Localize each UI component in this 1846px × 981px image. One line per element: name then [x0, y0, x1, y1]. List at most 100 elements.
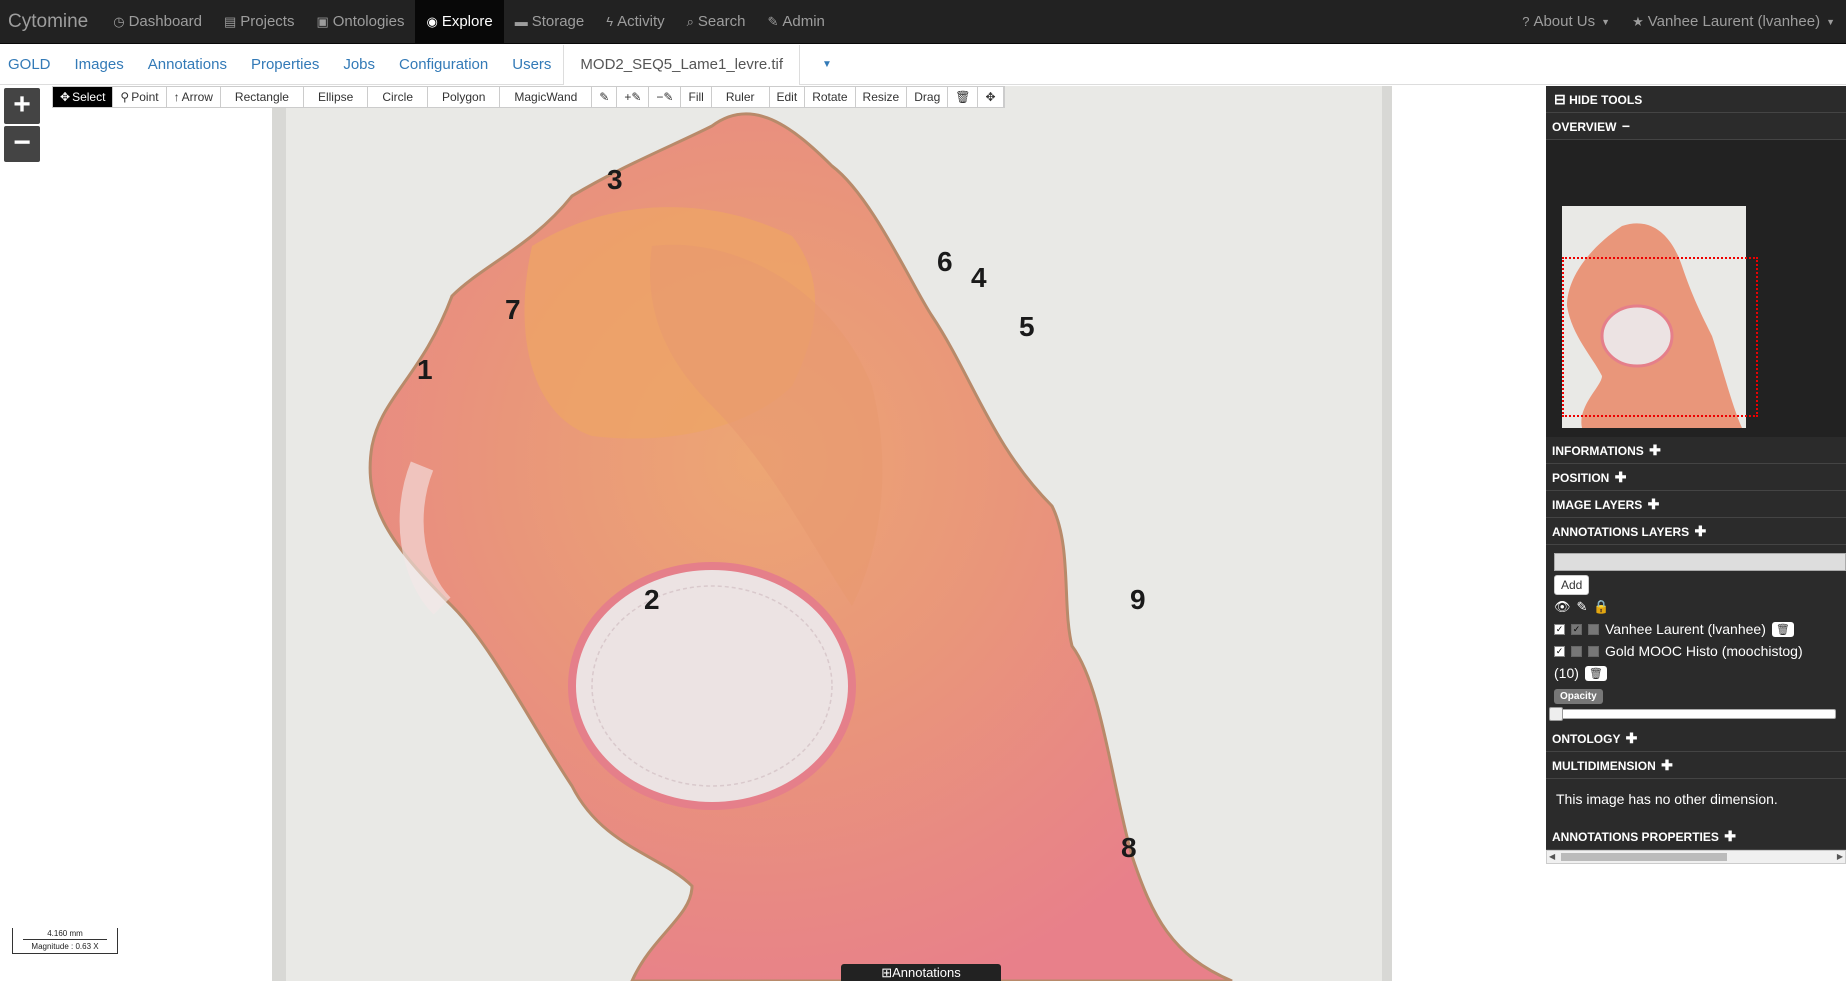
user-menu[interactable]: ★ Vanhee Laurent (lvanhee) ▼ [1621, 0, 1846, 44]
layer-edit-checkbox[interactable] [1571, 645, 1582, 657]
tab-current-image[interactable]: MOD2_SEQ5_Lame1_levre.tif [563, 44, 801, 85]
region-label-1[interactable]: 1 [417, 356, 433, 384]
region-label-6[interactable]: 6 [937, 248, 953, 276]
annotation-toolbar: ✥ Select ⚲ Point ↑ Arrow Rectangle Ellipse … [52, 86, 1005, 108]
layer-lock-checkbox[interactable] [1588, 623, 1599, 635]
move-icon: ✥ [60, 90, 71, 104]
image-layers-header[interactable]: IMAGE LAYERS ✚ [1546, 491, 1846, 518]
tool-fill[interactable]: Fill [681, 87, 712, 107]
region-label-3[interactable]: 3 [607, 166, 623, 194]
informations-label: INFORMATIONS [1552, 444, 1644, 458]
tool-fullscreen[interactable]: ✥ [978, 87, 1004, 107]
layer-delete-button[interactable]: 🗑 [1771, 621, 1794, 637]
tool-resize[interactable]: Resize [855, 87, 908, 107]
position-header[interactable]: POSITION ✚ [1546, 464, 1846, 491]
tab-users[interactable]: Users [500, 45, 563, 85]
tissue-section-image [368, 112, 1233, 981]
annotations-layers-header[interactable]: ANNOTATIONS LAYERS ✚ [1546, 518, 1846, 545]
panel-horizontal-scrollbar[interactable]: ◀ ▶ [1546, 850, 1846, 864]
tool-freehand[interactable]: ✎ [592, 87, 618, 107]
region-label-5[interactable]: 5 [1019, 313, 1035, 341]
tab-jobs[interactable]: Jobs [331, 45, 387, 85]
region-label-7[interactable]: 7 [505, 296, 521, 324]
image-tabs-dropdown[interactable]: ▼ [800, 45, 854, 85]
tool-arrow[interactable]: ↑ Arrow [166, 87, 221, 107]
trash-icon: 🗑 [1588, 667, 1603, 680]
nav-search[interactable]: ⌕ Search [676, 0, 757, 44]
layer-delete-button[interactable]: 🗑 [1584, 665, 1607, 681]
nav-storage[interactable]: ▬ Storage [504, 0, 596, 44]
tab-images[interactable]: Images [63, 45, 136, 85]
annotations-layers-content: Add 👁 ✎ 🔒 ✓ ✓ Vanhee Laurent (lvanhee) 🗑… [1546, 545, 1846, 725]
nav-search-label: Search [697, 12, 746, 30]
opacity-slider[interactable] [1549, 707, 1836, 721]
layer-count: (10) [1554, 665, 1579, 681]
zoom-out-button[interactable]: − [4, 126, 40, 162]
informations-header[interactable]: INFORMATIONS ✚ [1546, 437, 1846, 464]
scrollbar-thumb[interactable] [1561, 853, 1727, 861]
tool-freehand-remove[interactable]: −✎ [649, 87, 682, 107]
arrow-up-icon: ↑ [173, 90, 180, 104]
nav-dashboard-label: Dashboard [128, 12, 202, 30]
tab-configuration[interactable]: Configuration [387, 45, 500, 85]
layer-visible-checkbox[interactable]: ✓ [1554, 623, 1565, 635]
region-label-4[interactable]: 4 [971, 264, 987, 292]
scroll-right-icon[interactable]: ▶ [1837, 851, 1843, 863]
nav-projects[interactable]: ▤ Projects [213, 0, 305, 44]
tool-ellipse[interactable]: Ellipse [303, 87, 369, 107]
tool-edit[interactable]: Edit [769, 87, 806, 107]
tab-annotations[interactable]: Annotations [136, 45, 239, 85]
overview-header[interactable]: OVERVIEW − [1546, 113, 1846, 140]
multidimension-header[interactable]: MULTIDIMENSION ✚ [1546, 752, 1846, 779]
hide-tools-button[interactable]: ⊟ HIDE TOOLS [1546, 86, 1846, 113]
annotations-properties-header[interactable]: ANNOTATIONS PROPERTIES ✚ [1546, 823, 1846, 850]
about-us-menu[interactable]: ? About Us ▼ [1511, 0, 1621, 44]
layer-select-input[interactable] [1554, 553, 1846, 571]
tool-rectangle[interactable]: Rectangle [220, 87, 304, 107]
plus-icon: ✚ [1694, 523, 1707, 539]
pencil-icon: ✎ [599, 90, 610, 104]
tool-point[interactable]: ⚲ Point [113, 87, 167, 107]
opacity-slider-handle[interactable] [1549, 707, 1563, 721]
tool-delete[interactable]: 🗑 [948, 87, 979, 107]
nav-explore[interactable]: ◉ Explore [415, 0, 504, 44]
tab-properties[interactable]: Properties [239, 45, 331, 85]
region-label-9[interactable]: 9 [1130, 586, 1146, 614]
layer-row-count: (10) 🗑 [1554, 665, 1846, 681]
brand-logo[interactable]: Cytomine [0, 0, 102, 44]
image-viewer[interactable]: 1 2 3 4 5 6 7 8 9 + − ✥ Select ⚲ Point ↑ Ar… [0, 86, 1546, 981]
region-label-8[interactable]: 8 [1121, 834, 1137, 862]
tool-magicwand[interactable]: MagicWand [500, 87, 593, 107]
region-label-2[interactable]: 2 [644, 586, 660, 614]
tool-select[interactable]: ✥ Select [53, 87, 114, 107]
zoom-in-button[interactable]: + [4, 88, 40, 124]
tab-gold[interactable]: GOLD [0, 45, 63, 85]
nav-ontologies[interactable]: ▣ Ontologies [305, 0, 415, 44]
project-tabs: GOLD Images Annotations Properties Jobs … [0, 44, 1846, 85]
scale-magnitude: Magnitude : 0.63 X [31, 942, 99, 951]
ontology-header[interactable]: ONTOLOGY ✚ [1546, 725, 1846, 752]
layer-visible-checkbox[interactable]: ✓ [1554, 645, 1565, 657]
overview-viewport-rect[interactable] [1562, 257, 1758, 417]
add-layer-button[interactable]: Add [1554, 575, 1590, 595]
tool-polygon[interactable]: Polygon [428, 87, 501, 107]
layer-lock-checkbox[interactable] [1588, 645, 1599, 657]
scroll-left-icon[interactable]: ◀ [1549, 851, 1555, 863]
eye-icon: 👁 [1554, 599, 1571, 614]
overview-map[interactable] [1546, 140, 1846, 437]
trash-icon: 🗑 [1775, 623, 1790, 636]
tool-ruler[interactable]: Ruler [711, 87, 770, 107]
tool-drag[interactable]: Drag [907, 87, 949, 107]
nav-admin[interactable]: ✎ Admin [756, 0, 835, 44]
layer-name: Gold MOOC Histo (moochistog) [1605, 643, 1803, 659]
layer-edit-checkbox[interactable]: ✓ [1571, 623, 1582, 635]
annotations-layers-label: ANNOTATIONS LAYERS [1552, 525, 1690, 539]
annotations-panel-toggle[interactable]: ⊞Annotations [841, 964, 1001, 981]
tool-freehand-add[interactable]: +✎ [617, 87, 650, 107]
search-icon: ⌕ [686, 13, 694, 29]
tool-circle[interactable]: Circle [368, 87, 428, 107]
nav-dashboard[interactable]: ◷ Dashboard [102, 0, 213, 44]
nav-activity[interactable]: ϟ Activity [595, 0, 675, 44]
nav-projects-label: Projects [240, 12, 295, 30]
tool-rotate[interactable]: Rotate [805, 87, 856, 107]
